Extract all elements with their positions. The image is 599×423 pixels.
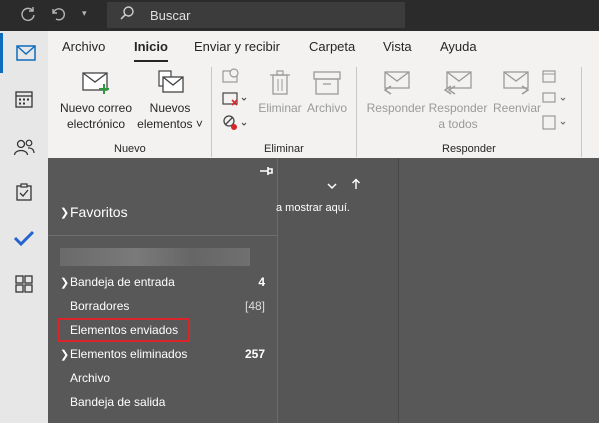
undo-icon[interactable] <box>50 6 66 26</box>
favorites-label: Favoritos <box>70 204 128 220</box>
folder-label: Archivo <box>70 371 111 385</box>
ribbon: Archivo Inicio Enviar y recibir Carpeta … <box>48 31 599 158</box>
more-respond-icon[interactable] <box>541 114 569 137</box>
folder-item-bandeja-entrada[interactable]: ❯ Bandeja de entrada 4 <box>60 272 265 292</box>
group-label-eliminar: Eliminar <box>264 143 304 155</box>
forward-label: Reenviar <box>492 101 542 115</box>
tab-ayuda[interactable]: Ayuda <box>440 39 477 54</box>
folder-item-borradores[interactable]: Borradores [48] <box>60 296 265 316</box>
folder-item-archivo[interactable]: Archivo <box>60 368 265 388</box>
apps-icon[interactable] <box>0 264 48 304</box>
app-bar <box>0 31 49 423</box>
group-separator <box>581 67 582 157</box>
pin-icon[interactable] <box>258 164 274 181</box>
customize-toolbar-icon[interactable]: ▾ <box>82 8 87 19</box>
folder-label: Borradores <box>70 299 130 313</box>
tasks-icon[interactable] <box>0 172 48 212</box>
new-items-icon <box>155 70 185 99</box>
search-box[interactable]: Buscar <box>107 2 405 28</box>
delete-button[interactable]: Eliminar <box>257 70 303 116</box>
new-items-label-line2: elementos <box>137 117 193 131</box>
trash-icon <box>269 70 291 99</box>
meeting-reply-icon[interactable] <box>541 68 559 89</box>
message-list: a mostrar aquí. <box>276 158 398 423</box>
forward-button[interactable]: Reenviar <box>489 70 545 116</box>
chevron-right-icon: ❯ <box>60 276 70 289</box>
people-icon[interactable] <box>0 127 48 167</box>
reply-all-label-line1: Responder <box>428 101 488 115</box>
search-icon <box>119 5 135 25</box>
chevron-right-icon: ❯ <box>60 206 70 219</box>
new-items-label-line1: Nuevos <box>149 101 191 115</box>
clean-up-icon[interactable] <box>222 91 250 112</box>
unread-count: 4 <box>258 275 265 289</box>
divider <box>48 235 277 236</box>
folder-label: Bandeja de entrada <box>70 275 175 289</box>
im-reply-icon[interactable] <box>541 91 569 112</box>
account-name-blurred <box>60 248 250 266</box>
new-mail-label-line2: electrónico <box>66 117 126 131</box>
ignore-icon[interactable] <box>222 68 240 89</box>
favorites-header[interactable]: ❯ Favoritos <box>60 202 265 222</box>
junk-icon[interactable] <box>222 114 250 137</box>
tab-inicio[interactable]: Inicio <box>134 39 168 62</box>
search-placeholder: Buscar <box>150 8 191 23</box>
unread-count: 257 <box>244 347 265 361</box>
draft-count: [48] <box>244 299 265 313</box>
reply-label: Responder <box>366 101 426 115</box>
folder-item-elementos-eliminados[interactable]: ❯ Elementos eliminados 257 <box>60 344 265 364</box>
refresh-icon[interactable] <box>20 6 36 26</box>
reply-icon <box>381 71 411 99</box>
reading-pane <box>399 158 599 423</box>
reply-button[interactable]: Responder <box>365 70 427 116</box>
tab-archivo[interactable]: Archivo <box>62 39 105 54</box>
chevron-right-icon: ❯ <box>60 348 70 361</box>
new-mail-icon <box>81 72 111 99</box>
forward-icon <box>502 71 532 99</box>
delete-label: Eliminar <box>258 101 302 115</box>
sort-arrow-up-icon[interactable] <box>351 177 361 195</box>
title-bar: ▾ Buscar <box>0 0 599 31</box>
folder-label: Elementos eliminados <box>70 347 188 361</box>
tab-vista[interactable]: Vista <box>383 39 412 54</box>
archive-button[interactable]: Archivo <box>305 70 349 116</box>
group-separator <box>356 67 357 157</box>
calendar-icon[interactable] <box>0 79 48 119</box>
new-items-button[interactable]: Nuevos elementos ˅ <box>136 70 204 132</box>
new-mail-label-line1: Nuevo correo <box>59 101 133 115</box>
chevron-down-icon[interactable] <box>326 178 338 196</box>
tab-carpeta[interactable]: Carpeta <box>309 39 355 54</box>
todo-check-icon[interactable] <box>0 218 48 258</box>
chevron-down-icon: ˅ <box>192 117 203 131</box>
group-label-nuevo: Nuevo <box>114 143 146 155</box>
tab-enviar-recibir[interactable]: Enviar y recibir <box>194 39 280 54</box>
archive-label: Archivo <box>306 101 347 115</box>
archive-icon <box>313 71 341 99</box>
group-separator <box>211 67 212 157</box>
folder-item-bandeja-salida[interactable]: Bandeja de salida <box>60 392 265 412</box>
reply-all-button[interactable]: Responder a todos <box>427 70 489 132</box>
group-label-responder: Responder <box>442 143 496 155</box>
new-mail-button[interactable]: Nuevo correo electrónico <box>56 70 136 132</box>
mail-icon[interactable] <box>0 33 48 73</box>
highlight-box <box>58 318 190 342</box>
folder-label: Bandeja de salida <box>70 395 166 409</box>
empty-list-text: a mostrar aquí. <box>276 202 350 214</box>
reply-all-icon <box>443 71 473 99</box>
folder-pane: ❯ Favoritos ❯ Bandeja de entrada 4 Borra… <box>48 158 277 423</box>
reply-all-label-line2: a todos <box>438 117 478 131</box>
